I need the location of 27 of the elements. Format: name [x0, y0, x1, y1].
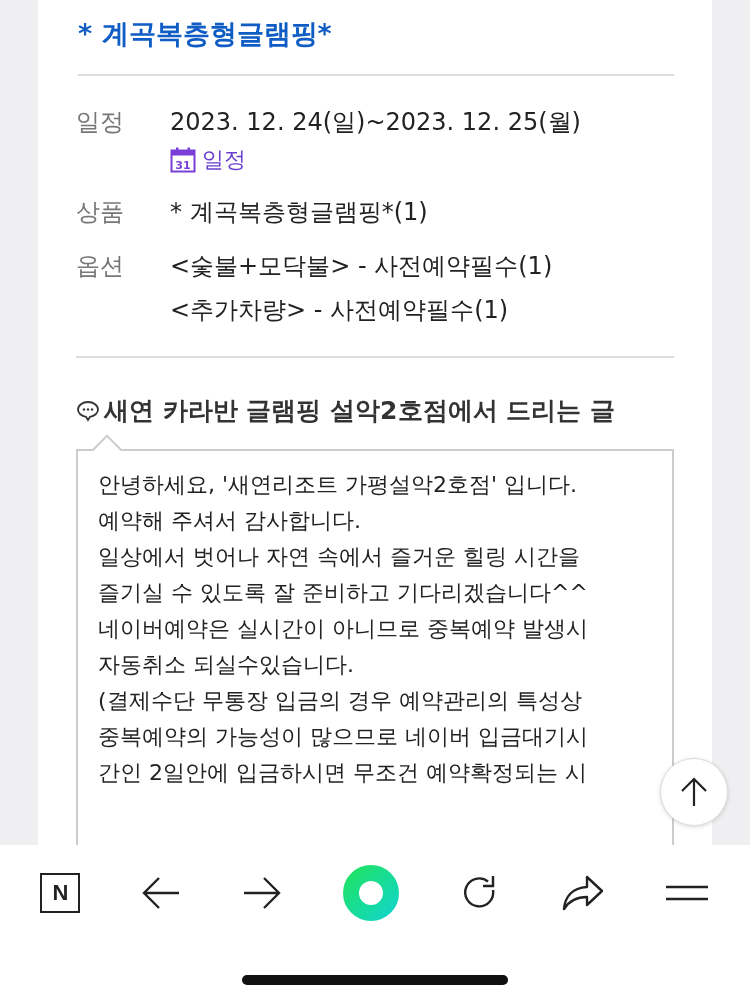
forward-button[interactable] [242, 876, 283, 910]
back-button[interactable] [141, 876, 182, 910]
detail-value: <숯불+모닥불> - 사전예약필수(1) [170, 251, 553, 282]
message-line: 중복예약의 가능성이 많으므로 네이버 입금대기시 [98, 723, 589, 751]
detail-label: 옵션 [76, 251, 125, 282]
message-line: (결제수단 무통장 입금의 경우 예약관리의 특성상 [98, 687, 583, 715]
speech-bubble-icon [76, 398, 100, 423]
calendar-icon: 31 [170, 147, 196, 173]
message-line: 즐기실 수 있도록 잘 준비하고 기다리겠습니다^^ [98, 579, 589, 607]
product-title: * 계곡복층형글램핑* [78, 16, 674, 76]
detail-value: 2023. 12. 24(일)~2023. 12. 25(월) [170, 107, 581, 138]
calendar-link[interactable]: 31 일정 [170, 144, 581, 176]
message-line: 자동취소 되실수있습니다. [98, 651, 355, 679]
message-line: 간인 2일안에 입금하시면 무조건 예약확정되는 시 [98, 759, 588, 787]
detail-label: 상품 [76, 197, 125, 228]
naver-button[interactable]: N [40, 873, 81, 913]
message-line: 예약해 주셔서 감사합니다. [98, 507, 362, 535]
share-button[interactable] [560, 873, 605, 913]
detail-value: <추가차량> - 사전예약필수(1) [170, 295, 510, 326]
message-line: 일상에서 벗어나 자연 속에서 즐거운 힐링 시간을 [98, 543, 581, 571]
detail-value: * 계곡복층형글램핑*(1) [170, 197, 428, 228]
menu-button[interactable] [665, 883, 710, 903]
detail-label: 일정 [76, 107, 125, 138]
message-line: 안녕하세요, '새연리조트 가평설악2호점' 입니다. [98, 471, 579, 499]
message-heading: 새연 카라반 글램핑 설악2호점에서 드리는 글 [104, 395, 615, 427]
up-arrow-icon [679, 776, 709, 808]
message-line: 네이버예약은 실시간이 아니므로 중복예약 발생시 [98, 615, 589, 643]
